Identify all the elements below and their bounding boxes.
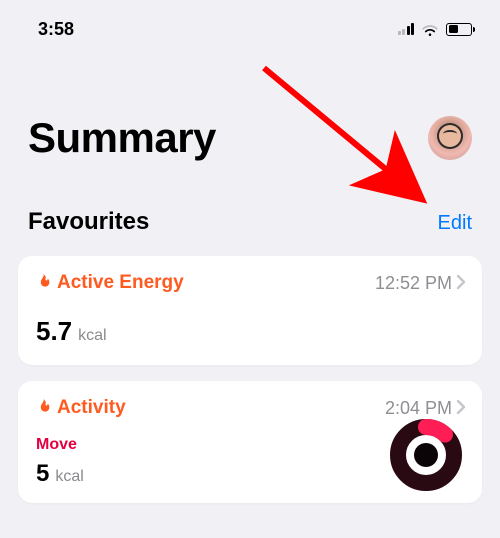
profile-avatar[interactable]	[428, 116, 472, 160]
activity-ring	[390, 419, 462, 491]
flame-icon	[36, 399, 51, 417]
card-timestamp: 12:52 PM	[375, 273, 452, 294]
favourites-title: Favourites	[28, 208, 149, 236]
wifi-icon	[421, 22, 439, 36]
edit-button[interactable]: Edit	[438, 212, 472, 235]
card-active-energy[interactable]: Active Energy 12:52 PM 5.7 kcal	[18, 256, 482, 365]
card-timestamp: 2:04 PM	[385, 398, 452, 419]
activity-value: 5 kcal	[36, 460, 84, 488]
cellular-signal-icon	[398, 23, 415, 35]
card-body: Move 5 kcal	[36, 419, 466, 491]
card-title-label: Active Energy	[57, 272, 184, 294]
card-timestamp-area: 12:52 PM	[375, 273, 466, 294]
card-header: Active Energy 12:52 PM	[36, 272, 466, 294]
status-indicators	[398, 22, 473, 36]
metric-unit: kcal	[78, 327, 106, 345]
metric-number: 5	[36, 460, 49, 488]
card-activity[interactable]: Activity 2:04 PM Move 5 kcal	[18, 381, 482, 503]
flame-icon	[36, 274, 51, 292]
card-title-label: Activity	[57, 397, 126, 419]
card-title-active-energy: Active Energy	[36, 272, 184, 294]
status-bar: 3:58	[0, 0, 500, 44]
metric-number: 5.7	[36, 316, 72, 347]
battery-icon	[446, 23, 472, 36]
page-title: Summary	[28, 114, 216, 162]
chevron-right-icon	[456, 399, 466, 418]
active-energy-value: 5.7 kcal	[36, 316, 107, 347]
card-body: 5.7 kcal	[36, 316, 466, 347]
chevron-right-icon	[456, 274, 466, 293]
card-header: Activity 2:04 PM	[36, 397, 466, 419]
metric-unit: kcal	[55, 468, 83, 486]
page-header: Summary	[0, 44, 500, 162]
activity-metrics: Move 5 kcal	[36, 422, 84, 488]
card-timestamp-area: 2:04 PM	[385, 398, 466, 419]
move-label: Move	[36, 436, 84, 454]
favourites-header: Favourites Edit	[0, 162, 500, 246]
status-time: 3:58	[38, 19, 74, 40]
card-title-activity: Activity	[36, 397, 126, 419]
